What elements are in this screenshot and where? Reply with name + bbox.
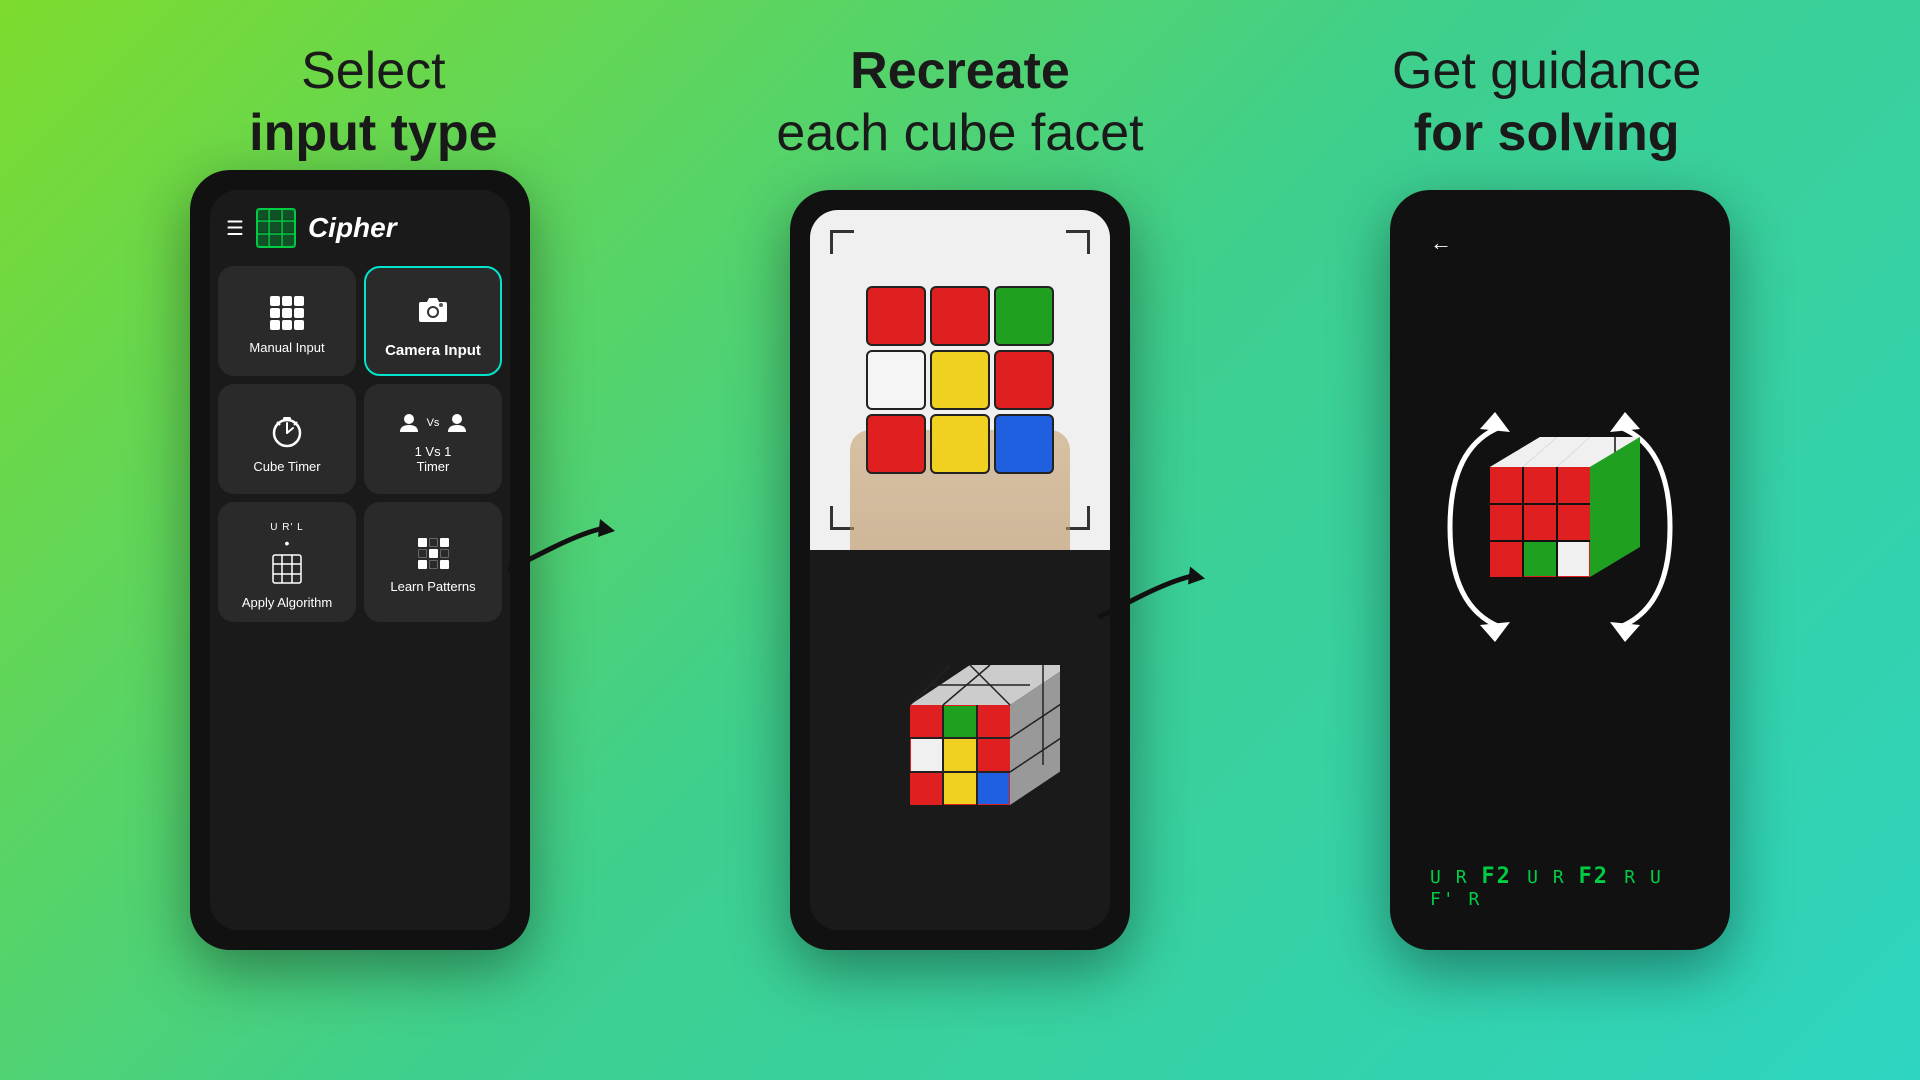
cube-timer-label: Cube Timer: [253, 459, 320, 474]
cell-0: [866, 286, 926, 346]
algo-text-top: U R' L: [270, 522, 303, 533]
versus-icons: Vs: [398, 412, 469, 434]
phone1-wrapper: ☰: [190, 170, 530, 950]
versus-timer-label: 1 Vs 1Timer: [415, 444, 452, 474]
header-guidance: Get guidancefor solving: [1253, 40, 1840, 165]
back-button[interactable]: ←: [1430, 230, 1452, 256]
cube-face-grid: [866, 286, 1054, 474]
menu-item-manual[interactable]: Manual Input: [218, 266, 356, 376]
algo-r3: R: [1624, 867, 1650, 888]
header-recreate: Recreateeach cube facet: [667, 40, 1254, 165]
cube-3d-preview: [860, 645, 1060, 835]
main-content: ☰: [0, 170, 1920, 1080]
pattern-icon: [418, 538, 449, 569]
arrow2: [1090, 557, 1210, 642]
headers-section: Selectinput type Recreateeach cube facet…: [0, 0, 1920, 185]
algo-r4: R: [1469, 889, 1482, 910]
cell-4: [930, 350, 990, 410]
algo-u3: U: [1650, 867, 1663, 888]
arrow1: [500, 509, 620, 594]
grid-icon: [270, 296, 304, 330]
cell-3: [866, 350, 926, 410]
patterns-label: Learn Patterns: [390, 579, 475, 594]
arrow1-svg: [500, 509, 620, 589]
cell-2: [994, 286, 1054, 346]
algo-r1: R: [1456, 867, 1482, 888]
algo-f2-1: F2: [1481, 864, 1527, 889]
menu-item-camera[interactable]: Camera Input: [364, 266, 502, 376]
menu-item-algorithm[interactable]: U R' L •: [218, 502, 356, 622]
menu-item-versus[interactable]: Vs 1 Vs 1Timer: [364, 384, 502, 494]
algo-u1: U: [1430, 867, 1456, 888]
phone1-mockup: ☰: [190, 170, 530, 950]
camera-view: [810, 210, 1110, 550]
app-cube-logo: [254, 206, 298, 250]
manual-input-label: Manual Input: [249, 340, 324, 355]
phone2-wrapper: [790, 170, 1130, 950]
algo-cube-icon: [271, 553, 303, 585]
menu-grid: Manual Input Camera Input: [210, 258, 510, 630]
cell-7: [930, 414, 990, 474]
timer-icon: [269, 413, 305, 449]
algorithm-label: Apply Algorithm: [242, 595, 332, 610]
app-header: ☰: [210, 190, 510, 258]
algorithm-display: U R F2 U R F2 R U F' R: [1410, 844, 1710, 930]
algo-icon-container: U R' L •: [270, 522, 303, 585]
cell-8: [994, 414, 1054, 474]
algo-u2: U: [1527, 867, 1553, 888]
arrow2-svg: [1090, 557, 1210, 637]
corner-tr: [1066, 230, 1090, 254]
header-recreate-text: Recreateeach cube facet: [667, 40, 1254, 165]
camera-input-label: Camera Input: [385, 342, 481, 359]
phone3-wrapper: ←: [1390, 170, 1730, 950]
versus-icon-container: Vs: [398, 412, 469, 434]
rotating-cube: [1420, 210, 1700, 844]
phone3-mockup: ←: [1390, 190, 1730, 950]
header-guidance-text: Get guidancefor solving: [1253, 40, 1840, 165]
corner-tl: [830, 230, 854, 254]
cell-5: [994, 350, 1054, 410]
app-name-label: Cipher: [308, 212, 397, 244]
algo-f2-2: F2: [1579, 864, 1625, 889]
cell-6: [866, 414, 926, 474]
phone3-screen: ←: [1410, 210, 1710, 930]
app-logo: Cipher: [254, 206, 397, 250]
phone1-screen: ☰: [210, 190, 510, 930]
menu-item-patterns[interactable]: Learn Patterns: [364, 502, 502, 622]
algo-fprime: F': [1430, 889, 1469, 910]
header-select-text: Selectinput type: [80, 40, 667, 165]
algo-r2: R: [1553, 867, 1579, 888]
scanned-cube-face: [866, 286, 1054, 474]
menu-item-timer[interactable]: Cube Timer: [218, 384, 356, 494]
header-select: Selectinput type: [80, 40, 667, 165]
cell-1: [930, 286, 990, 346]
cube-preview-section: [810, 550, 1110, 930]
phone2-screen: [810, 210, 1110, 930]
algo-dot: •: [285, 535, 290, 551]
camera-icon: [413, 292, 453, 332]
phone2-mockup: [790, 190, 1130, 950]
solution-cube-svg: [1420, 387, 1700, 667]
hamburger-icon[interactable]: ☰: [226, 216, 244, 241]
